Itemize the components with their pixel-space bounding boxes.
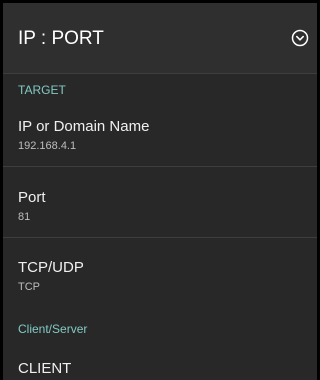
- page-title: IP : PORT: [18, 28, 104, 49]
- preference-ip-domain-value: 192.168.4.1: [18, 140, 77, 152]
- preference-port-title: Port: [18, 189, 46, 206]
- chevron-down-circle-icon[interactable]: [291, 29, 309, 47]
- section-header-target: TARGET: [18, 83, 66, 97]
- preference-ip-domain[interactable]: IP or Domain Name 192.168.4.1: [3, 103, 317, 157]
- preference-tcp-udp-title: TCP/UDP: [18, 259, 84, 276]
- settings-panel: IP : PORT TARGET IP or Domain Name 192.1…: [3, 3, 317, 380]
- section-header-client-server: Client/Server: [18, 322, 88, 336]
- preference-port-value: 81: [18, 211, 31, 223]
- preference-port[interactable]: Port 81: [3, 167, 317, 237]
- preference-client-server-title: CLIENT: [18, 360, 72, 377]
- preference-tcp-udp[interactable]: TCP/UDP TCP: [3, 238, 317, 308]
- preference-client-server[interactable]: CLIENT: [3, 343, 317, 380]
- preference-tcp-udp-value: TCP: [18, 281, 40, 293]
- app-header: IP : PORT: [3, 3, 317, 74]
- preference-ip-domain-title: IP or Domain Name: [18, 118, 150, 135]
